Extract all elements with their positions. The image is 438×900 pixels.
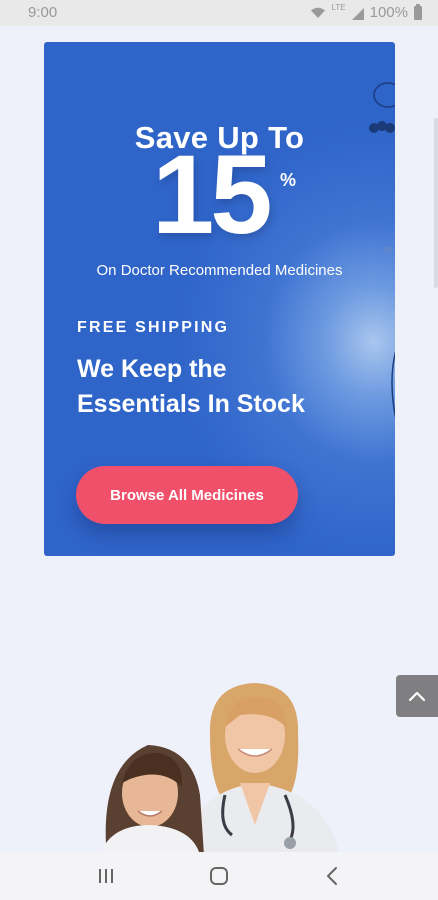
signal-icon [351,7,364,20]
back-icon [326,867,337,885]
promo-heading-line2: Essentials In Stock [77,390,305,418]
status-time: 9:00 [28,4,58,21]
chevron-up-icon [408,691,426,702]
status-indicators: LTE 100% [310,3,422,21]
scroll-to-top-button[interactable] [396,675,438,717]
edge-panel-handle[interactable] [434,118,438,288]
discount-number: 15 [152,132,273,257]
wifi-icon [310,7,326,19]
status-bar: 9:00 LTE 100% [0,0,438,26]
battery-percent: 100% [369,4,408,21]
promo-heading-line1: We Keep the [77,355,227,383]
promo-heading: We Keep the Essentials In Stock [77,352,377,422]
promo-banner: Save Up To 15 % On Doctor Recommended Me… [44,42,395,556]
free-shipping-tagline: FREE SHIPPING [77,319,230,336]
discount-percent: % [280,170,297,190]
recent-apps-button[interactable] [86,856,126,896]
promo-subtext: On Doctor Recommended Medicines [96,262,343,279]
system-nav-bar [0,852,438,900]
browse-medicines-button[interactable]: Browse All Medicines [76,466,298,524]
recent-apps-icon [99,869,114,883]
back-button[interactable] [312,856,352,896]
home-icon [209,867,228,885]
network-type: LTE [331,3,346,12]
home-button[interactable] [199,856,239,896]
doctors-photo [100,675,400,855]
battery-icon [414,3,422,20]
